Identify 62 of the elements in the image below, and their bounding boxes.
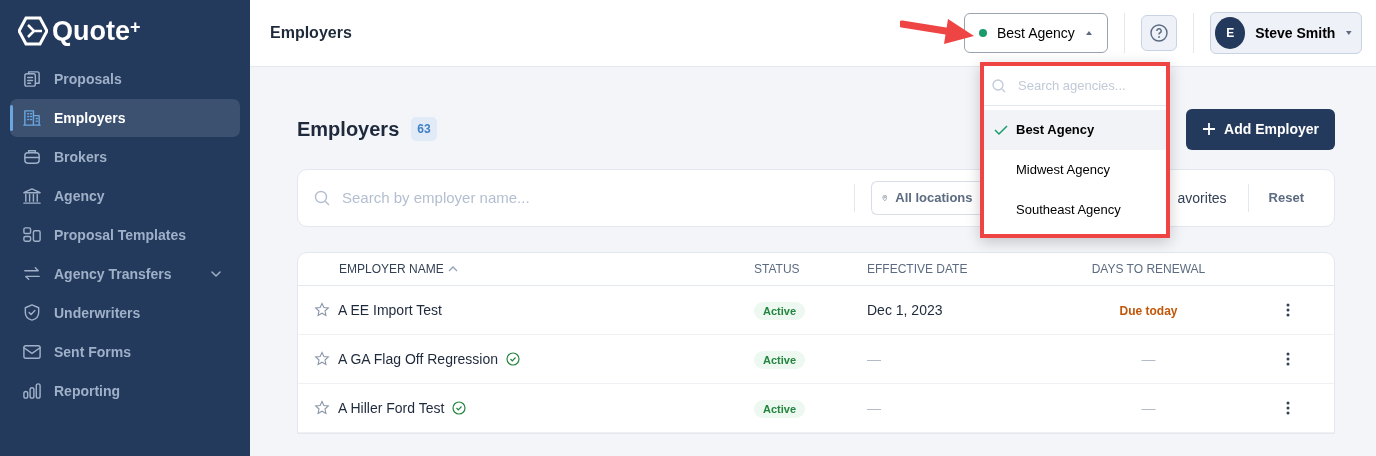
sort-ascending-icon [447, 265, 458, 273]
agency-selector[interactable]: Best Agency [964, 13, 1108, 53]
star-icon[interactable] [314, 400, 330, 416]
star-icon[interactable] [314, 302, 330, 318]
user-menu-button[interactable]: E Steve Smith [1210, 12, 1362, 54]
help-icon [1149, 23, 1169, 43]
days-to-renewal: Due today [1119, 303, 1178, 318]
agency-option[interactable]: Midwest Agency [984, 150, 1166, 190]
plus-icon [1202, 122, 1217, 136]
star-icon[interactable] [314, 351, 330, 367]
search-icon [992, 78, 1006, 93]
page-title: Employers [270, 23, 352, 43]
shield-icon [22, 303, 42, 323]
more-vertical-icon[interactable] [1286, 352, 1290, 366]
bank-icon [22, 186, 42, 206]
status-badge: Active [754, 301, 806, 320]
effective-date: Dec 1, 2023 [867, 301, 943, 318]
location-filter[interactable]: All locations [870, 181, 983, 215]
column-header[interactable]: EMPLOYER NAME [339, 260, 444, 278]
column-header[interactable]: DAYS TO RENEWAL [1091, 260, 1206, 278]
layout-icon [22, 225, 42, 245]
agency-option[interactable]: Best Agency [984, 110, 1166, 150]
caret-icon [1345, 29, 1353, 37]
sidebar-item[interactable]: Employers [10, 99, 240, 137]
add-employer-button[interactable]: Add Employer [1186, 108, 1335, 150]
agency-option[interactable]: Southeast Agency [984, 190, 1166, 230]
bar-chart-icon [22, 381, 42, 401]
more-vertical-icon[interactable] [1286, 401, 1290, 415]
sidebar-item[interactable]: Proposal Templates [10, 216, 240, 254]
sidebar-item[interactable]: Sent Forms [10, 333, 240, 371]
hexagon-logo-icon [18, 16, 48, 46]
help-button[interactable] [1141, 15, 1177, 51]
favorites-filter[interactable]: avorites [1177, 187, 1227, 209]
page-heading: Employers [297, 117, 400, 142]
avatar: E [1215, 17, 1246, 49]
status-badge: Active [754, 350, 806, 369]
employer-name[interactable]: A Hiller Ford Test [338, 397, 445, 419]
brand-logo-text: Quote+ [52, 17, 141, 45]
search-icon [314, 190, 330, 206]
status-badge: Active [754, 399, 806, 418]
briefcase-icon [22, 147, 42, 167]
sidebar-item[interactable]: Brokers [10, 138, 240, 176]
more-vertical-icon[interactable] [1286, 303, 1290, 317]
mail-icon [22, 342, 42, 362]
reset-button[interactable]: Reset [1268, 188, 1304, 208]
days-to-renewal: — [1141, 350, 1156, 367]
employer-name[interactable]: A GA Flag Off Regression [338, 348, 499, 370]
count-badge: 63 [411, 117, 437, 141]
clipboard-icon [22, 69, 42, 89]
building-icon [22, 108, 42, 128]
sidebar-item[interactable]: Proposals [10, 60, 240, 98]
effective-date: — [867, 399, 881, 416]
column-header[interactable]: EFFECTIVE DATE [867, 260, 968, 278]
sidebar-item[interactable]: Underwriters [10, 294, 240, 332]
effective-date: — [867, 350, 881, 367]
check-icon [994, 124, 1008, 136]
employer-name[interactable]: A EE Import Test [338, 299, 442, 321]
sidebar-item[interactable]: Agency [10, 177, 240, 215]
sidebar-item[interactable]: Reporting [10, 372, 240, 410]
days-to-renewal: — [1141, 399, 1156, 416]
column-header[interactable]: STATUS [754, 260, 800, 278]
sidebar-item[interactable]: Agency Transfers [10, 255, 240, 293]
